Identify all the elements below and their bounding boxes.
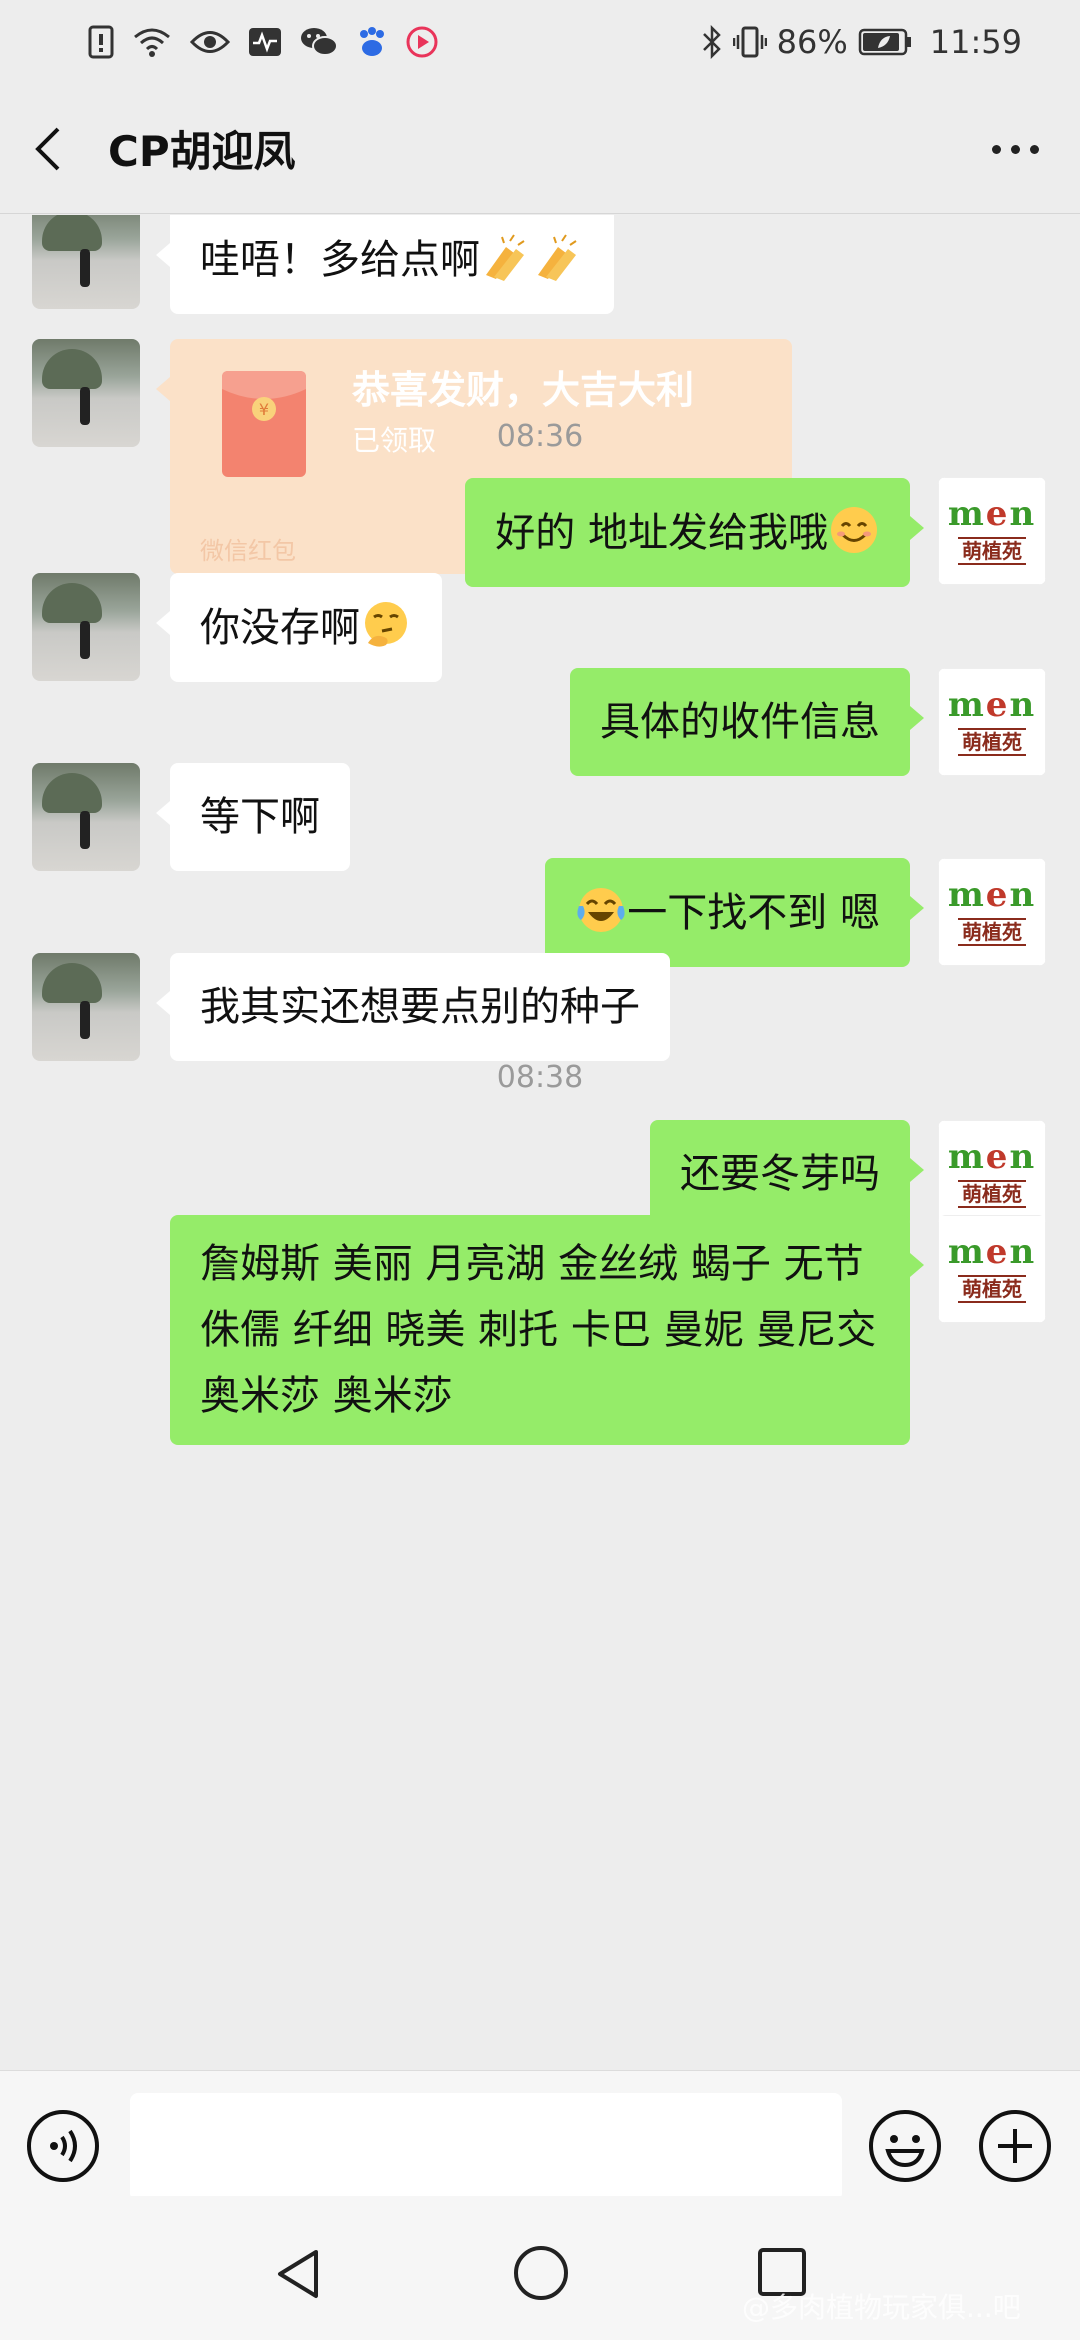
- pulse-icon: [248, 27, 282, 57]
- more-dots-icon: [1010, 144, 1020, 154]
- message-bubble[interactable]: 一下找不到 嗯: [545, 858, 924, 967]
- my-avatar[interactable]: men 萌植苑: [938, 477, 1046, 585]
- eye-icon: [190, 27, 230, 57]
- more-button[interactable]: [980, 124, 1050, 174]
- system-nav-bar: @多肉植物玩家俱...吧: [0, 2196, 1080, 2340]
- message-text: 好的 地址发给我哦: [495, 510, 828, 556]
- message-text: 具体的收件信息: [600, 699, 880, 745]
- message-text: 一下找不到 嗯: [627, 890, 880, 936]
- red-packet-title: 恭喜发财，大吉大利: [352, 368, 695, 412]
- avatar-logo-mark: men: [947, 1137, 1037, 1177]
- clock: 11:59: [929, 23, 1022, 61]
- thinking-emoji: [365, 602, 407, 647]
- status-icons-left: [88, 25, 438, 59]
- plus-icon: [979, 2110, 1051, 2182]
- avatar-logo-text: 萌植苑: [958, 537, 1026, 565]
- avatar-logo-text: 萌植苑: [958, 728, 1026, 756]
- message-bubble[interactable]: 具体的收件信息: [570, 668, 924, 776]
- battery-icon: [858, 27, 912, 57]
- avatar-logo-text: 萌植苑: [958, 1275, 1026, 1303]
- my-avatar[interactable]: men 萌植苑: [938, 668, 1046, 776]
- bluetooth-icon: [701, 25, 723, 59]
- nav-back-icon: [278, 2250, 318, 2298]
- message-bubble[interactable]: 哇唔！多给点啊: [156, 215, 614, 314]
- message-list[interactable]: 哇唔！多给点啊 ¥ 恭喜发财，大吉大利 已领取 微信红包 08:36 men 萌…: [0, 215, 1080, 2070]
- my-avatar[interactable]: men 萌植苑: [938, 858, 1046, 966]
- contact-avatar[interactable]: [32, 573, 140, 681]
- contact-avatar[interactable]: [32, 953, 140, 1061]
- message-bubble[interactable]: 你没存啊: [156, 573, 442, 682]
- wifi-icon: [132, 25, 172, 59]
- voice-icon: [27, 2110, 99, 2182]
- battery-percent: 86%: [776, 23, 848, 61]
- message-bubble[interactable]: 好的 地址发给我哦: [465, 478, 924, 587]
- back-button[interactable]: [32, 119, 82, 179]
- more-dots-icon: [1029, 144, 1039, 154]
- timestamp: 08:36: [496, 419, 584, 454]
- red-packet-footer: 微信红包: [200, 537, 296, 565]
- nav-home-icon: [514, 2246, 568, 2300]
- contact-avatar[interactable]: [32, 763, 140, 871]
- clapping-hands-emoji: [538, 234, 577, 281]
- nav-back-button[interactable]: [272, 2246, 328, 2302]
- chat-header: CP胡迎凤: [0, 84, 1080, 214]
- avatar-logo-text: 萌植苑: [958, 1180, 1026, 1208]
- message-text: 哇唔！多给点啊: [200, 237, 480, 283]
- clapping-hands-emoji: [486, 234, 525, 281]
- emoji-face-icon: [869, 2110, 941, 2182]
- message-text: 等下啊: [200, 794, 320, 840]
- message-bubble[interactable]: 詹姆斯 美丽 月亮湖 金丝绒 蝎子 无节 侏儒 纤细 晓美 刺托 卡巴 曼妮 曼…: [170, 1215, 924, 1445]
- my-avatar[interactable]: men 萌植苑: [938, 1215, 1046, 1323]
- status-icons-right: 86% 11:59: [701, 23, 1022, 61]
- laugh-cry-emoji: [577, 888, 625, 932]
- message-bubble[interactable]: 我其实还想要点别的种子: [156, 953, 670, 1061]
- status-bar: 86% 11:59: [0, 0, 1080, 84]
- contact-avatar[interactable]: [32, 215, 140, 309]
- baidu-icon: [356, 26, 388, 58]
- more-dots-icon: [991, 144, 1001, 154]
- emoji-button[interactable]: [868, 2109, 942, 2183]
- voice-button[interactable]: [26, 2109, 100, 2183]
- message-input[interactable]: [130, 2093, 842, 2201]
- watermark-text: @多肉植物玩家俱...吧: [742, 2291, 1021, 2324]
- more-functions-button[interactable]: [978, 2109, 1052, 2183]
- message-text: 还要冬芽吗: [680, 1151, 880, 1197]
- chevron-left-icon: [35, 127, 60, 170]
- avatar-logo-text: 萌植苑: [958, 918, 1026, 946]
- timestamp: 08:38: [496, 1060, 584, 1095]
- svg-text:¥: ¥: [259, 400, 269, 419]
- avatar-logo-mark: men: [947, 1232, 1037, 1272]
- message-bubble[interactable]: 等下啊: [156, 763, 350, 871]
- message-text: 你没存啊: [200, 605, 360, 651]
- message-text: 詹姆斯 美丽 月亮湖 金丝绒 蝎子 无节 侏儒 纤细 晓美 刺托 卡巴 曼妮 曼…: [200, 1241, 877, 1419]
- chat-input-bar: [0, 2070, 1080, 2201]
- nav-home-button[interactable]: [512, 2244, 570, 2302]
- smile-emoji: [831, 507, 877, 553]
- vibrate-icon: [732, 25, 767, 59]
- chat-title: CP胡迎凤: [108, 127, 296, 176]
- avatar-logo-mark: men: [947, 494, 1037, 534]
- sim-alert-icon: [88, 25, 114, 59]
- my-avatar[interactable]: men 萌植苑: [938, 1120, 1046, 1228]
- wechat-icon: [300, 26, 338, 58]
- music-icon: [406, 26, 438, 58]
- message-bubble[interactable]: 还要冬芽吗: [650, 1120, 924, 1228]
- avatar-logo-mark: men: [947, 875, 1037, 915]
- message-text: 我其实还想要点别的种子: [200, 984, 640, 1030]
- avatar-logo-mark: men: [947, 685, 1037, 725]
